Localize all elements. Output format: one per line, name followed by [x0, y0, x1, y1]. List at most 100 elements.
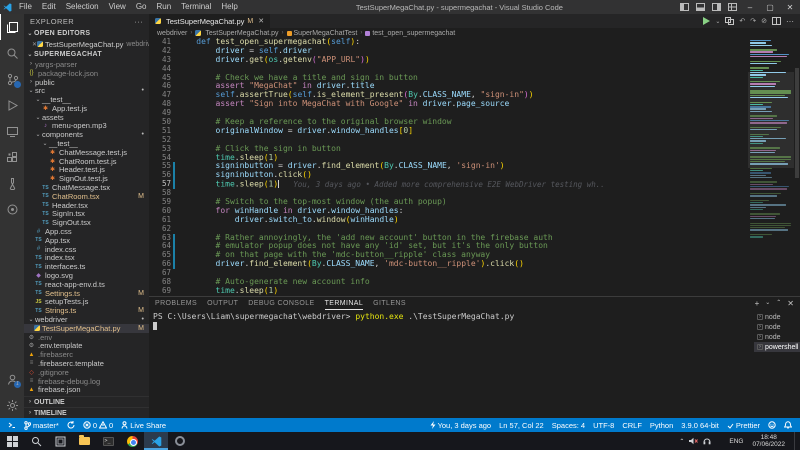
split-editor-icon[interactable]	[772, 17, 781, 25]
tree-item-header-tsx[interactable]: TS Header.tsx	[24, 201, 149, 210]
tree-item-public[interactable]: › public	[24, 78, 149, 87]
taskbar-search-icon[interactable]	[24, 432, 48, 450]
settings-gear-icon[interactable]	[0, 392, 24, 418]
close-panel-icon[interactable]: ✕	[787, 299, 794, 308]
tree-item--test-[interactable]: ⌄ __test__	[24, 95, 149, 104]
menu-selection[interactable]: Selection	[61, 0, 104, 14]
problems-status[interactable]: 0 0	[79, 418, 117, 432]
tree-item-assets[interactable]: ⌄ assets	[24, 113, 149, 122]
explorer-icon[interactable]	[0, 14, 24, 40]
search-icon[interactable]	[0, 40, 24, 66]
tree-item--env[interactable]: ⚙ .env	[24, 333, 149, 342]
cursor-position[interactable]: Ln 57, Col 22	[495, 418, 548, 432]
new-terminal-icon[interactable]: +	[755, 299, 760, 308]
tree-item-components[interactable]: ⌄ components •	[24, 130, 149, 139]
menu-file[interactable]: File	[14, 0, 37, 14]
task-view-icon[interactable]	[48, 432, 72, 450]
tree-item-strings-ts[interactable]: TS Strings.ts M	[24, 306, 149, 315]
open-editors-section[interactable]: ⌄ OPEN EDITORS	[24, 28, 149, 39]
remote-explorer-icon[interactable]	[0, 118, 24, 144]
file-explorer-icon[interactable]	[72, 432, 96, 450]
customize-layout-icon[interactable]	[724, 0, 740, 14]
maximize-panel-icon[interactable]: ⌃	[776, 299, 781, 308]
tree-item-src[interactable]: ⌄ src •	[24, 86, 149, 95]
outline-section[interactable]: › OUTLINE	[24, 396, 149, 407]
maximize-button[interactable]: ▢	[760, 0, 780, 14]
circleci-icon[interactable]	[0, 196, 24, 222]
tree-item-menu-open-mp3[interactable]: ♪ menu-open.mp3	[24, 121, 149, 130]
encoding-status[interactable]: UTF-8	[589, 418, 618, 432]
minimize-button[interactable]: –	[740, 0, 760, 14]
python-interpreter[interactable]: 3.9.0 64-bit	[677, 418, 723, 432]
sync-button[interactable]	[63, 418, 79, 432]
menu-view[interactable]: View	[104, 0, 131, 14]
run-python-file-button[interactable]	[702, 17, 711, 25]
feedback-icon[interactable]	[764, 418, 780, 432]
menu-run[interactable]: Run	[151, 0, 176, 14]
tree-item-app-tsx[interactable]: TS App.tsx	[24, 236, 149, 245]
show-desktop-button[interactable]	[794, 432, 798, 450]
open-changes-icon[interactable]	[725, 17, 735, 25]
tree-item--env-template[interactable]: ⚙ .env.template	[24, 341, 149, 350]
start-button[interactable]	[0, 432, 24, 450]
editor-scrollbar[interactable]	[794, 38, 800, 296]
terminal[interactable]: PS C:\Users\Liam\supermegachat\webdriver…	[149, 310, 754, 418]
tree-item-index-tsx[interactable]: TS index.tsx	[24, 253, 149, 262]
explorer-more-actions-icon[interactable]: ···	[134, 17, 143, 26]
tree-item-header-test-js[interactable]: ✱ Header.test.js	[24, 165, 149, 174]
live-share-button[interactable]: Live Share	[117, 418, 170, 432]
tree-item-interfaces-ts[interactable]: TS interfaces.ts	[24, 262, 149, 271]
tree-item-app-test-js[interactable]: ✱ App.test.js	[24, 104, 149, 113]
tree-item-yargs-parser[interactable]: › yargs-parser	[24, 60, 149, 69]
tree-item-package-lock-json[interactable]: {} package-lock.json	[24, 69, 149, 78]
breadcrumb-item-test-open-supermegachat[interactable]: test_open_supermegachat	[365, 30, 455, 37]
language-mode[interactable]: Python	[646, 418, 677, 432]
tree-item-chatroom-tsx[interactable]: TS ChatRoom.tsx M	[24, 192, 149, 201]
panel-tab-gitlens[interactable]: GITLENS	[373, 297, 406, 310]
forward-icon[interactable]: ↷	[750, 17, 756, 25]
tree-item-testsupermegachat-py[interactable]: TestSuperMegaChat.py M	[24, 324, 149, 333]
tab-testsupermegachat[interactable]: TestSuperMegaChat.py M ✕	[149, 14, 271, 28]
tree-item--test-[interactable]: ⌄ __test__	[24, 139, 149, 148]
volume-muted-icon[interactable]	[689, 437, 699, 445]
taskbar-clock[interactable]: 18:48 07/06/2022	[748, 434, 789, 448]
terminal-instance-node[interactable]: › node	[754, 322, 800, 332]
run-interactive-icon[interactable]: ⊘	[761, 17, 767, 25]
audio-device-icon[interactable]	[703, 437, 711, 445]
panel-tab-terminal[interactable]: TERMINAL	[324, 297, 364, 310]
run-options-chevron-icon[interactable]: ⌄	[715, 18, 720, 25]
terminal-app-icon[interactable]: >_	[96, 432, 120, 450]
menu-edit[interactable]: Edit	[37, 0, 61, 14]
panel-tab-problems[interactable]: PROBLEMS	[155, 297, 197, 310]
accounts-icon[interactable]: 1	[0, 366, 24, 392]
tree-item-signout-test-js[interactable]: ✱ SignOut.test.js	[24, 174, 149, 183]
hidden-icons-chevron[interactable]: ⌃	[679, 438, 684, 445]
toggle-secondary-sidebar-icon[interactable]	[708, 0, 724, 14]
open-editor-item[interactable]: ✕ TestSuperMegaChat.py webdriver M	[24, 39, 149, 49]
menu-go[interactable]: Go	[131, 0, 152, 14]
tray-app-icon[interactable]	[716, 437, 724, 445]
panel-tab-debug-console[interactable]: DEBUG CONSOLE	[248, 297, 314, 310]
more-actions-icon[interactable]: ⋯	[786, 17, 794, 26]
tree-item--firebaserc-template[interactable]: ≡ .firebaserc.template	[24, 359, 149, 368]
tree-item-signout-tsx[interactable]: TS SignOut.tsx	[24, 218, 149, 227]
circular-app-icon[interactable]	[168, 432, 192, 450]
tree-item-signin-tsx[interactable]: TS SignIn.tsx	[24, 209, 149, 218]
remote-indicator[interactable]	[4, 418, 20, 432]
git-branch-status[interactable]: master*	[20, 418, 63, 432]
tree-item-firebase-json[interactable]: ▲ firebase.json	[24, 385, 149, 394]
timeline-section[interactable]: › TIMELINE	[24, 407, 149, 418]
eol-status[interactable]: CRLF	[618, 418, 646, 432]
tree-item-settings-ts[interactable]: TS Settings.ts M	[24, 289, 149, 298]
panel-tab-output[interactable]: OUTPUT	[207, 297, 238, 310]
tree-item-chatroom-test-js[interactable]: ✱ ChatRoom.test.js	[24, 157, 149, 166]
extensions-icon[interactable]	[0, 144, 24, 170]
formatter-status[interactable]: Prettier	[723, 418, 764, 432]
testing-icon[interactable]	[0, 170, 24, 196]
tree-item-logo-svg[interactable]: ◆ logo.svg	[24, 271, 149, 280]
tree-item-react-app-env-d-ts[interactable]: TS react-app-env.d.ts	[24, 280, 149, 289]
terminal-instance-powershell[interactable]: › powershell	[754, 342, 800, 352]
vscode-taskbar-icon[interactable]	[144, 432, 168, 450]
indentation-status[interactable]: Spaces: 4	[548, 418, 589, 432]
terminal-instance-node[interactable]: › node	[754, 332, 800, 342]
